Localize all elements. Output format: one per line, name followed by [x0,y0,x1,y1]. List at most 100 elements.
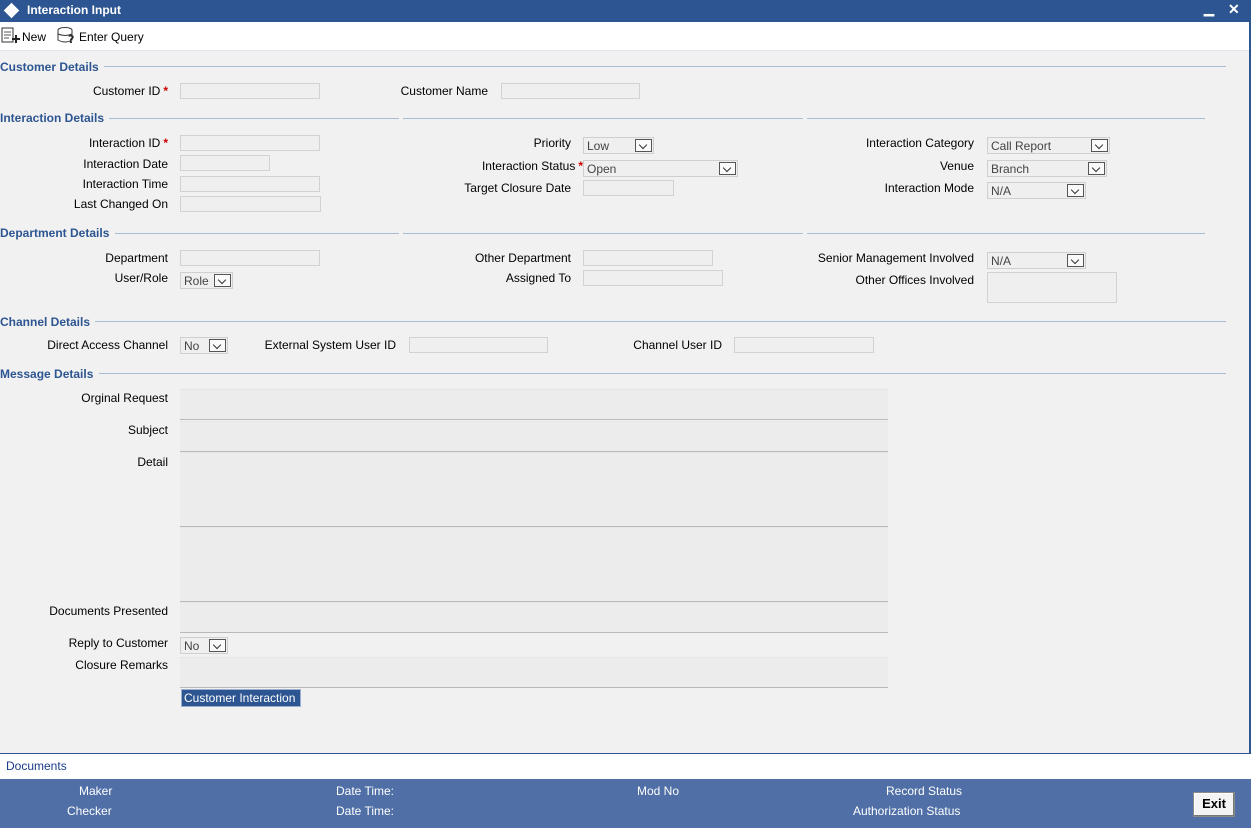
app-logo-icon [3,2,20,19]
section-divider [115,233,399,234]
last-changed-label: Last Changed On [73,197,168,211]
checker-date-time-label: Date Time: [336,804,395,818]
subject-label: Subject [127,423,168,437]
documents-presented-label: Documents Presented [49,604,168,618]
chevron-down-icon [1088,162,1105,175]
new-button[interactable]: New [0,26,50,46]
interaction-mode-select[interactable]: N/A [987,182,1086,199]
enter-query-label: Enter Query [79,30,144,44]
section-department-details: Department Details [0,226,110,240]
query-database-icon: ? [57,27,74,45]
last-changed-input[interactable] [180,196,321,212]
original-request-textarea[interactable] [180,389,888,420]
direct-access-label: Direct Access Channel [47,338,168,352]
section-customer-details: Customer Details [0,60,99,74]
interaction-id-input[interactable] [180,135,320,151]
minimize-button[interactable]: ▁ [1204,1,1214,17]
venue-label: Venue [939,159,974,173]
reply-to-customer-select[interactable]: No [180,637,228,654]
other-offices-label: Other Offices Involved [855,273,975,287]
detail-label: Detail [137,455,168,469]
department-input[interactable] [180,250,320,266]
external-user-id-label: External System User ID [264,338,396,352]
priority-select[interactable]: Low [583,137,654,154]
svg-text:?: ? [68,33,74,45]
mod-no-label: Mod No [637,784,680,798]
customer-name-input[interactable] [501,83,640,99]
authorization-status-label: Authorization Status [853,804,961,818]
chevron-down-icon [1067,254,1084,267]
record-status-label: Record Status [886,784,963,798]
maker-label: Maker [79,784,113,798]
senior-management-label: Senior Management Involved [817,251,974,265]
channel-user-id-input[interactable] [734,337,874,353]
original-request-label: Orginal Request [81,391,168,405]
interaction-date-label: Interaction Date [83,157,168,171]
closure-remarks-label: Closure Remarks [75,658,168,672]
interaction-status-label: Interaction Status * [481,159,583,173]
closure-remarks-textarea[interactable] [180,657,888,688]
interaction-status-select[interactable]: Open [583,160,738,177]
interaction-time-input[interactable] [180,176,320,192]
close-button[interactable]: ✕ [1228,1,1240,18]
interaction-time-label: Interaction Time [82,177,168,191]
section-divider [807,233,1205,234]
external-user-id-input[interactable] [409,337,548,353]
interaction-date-input[interactable] [180,155,270,171]
section-divider [109,118,399,119]
enter-query-button[interactable]: ? Enter Query [57,26,152,46]
section-divider [403,118,803,119]
documents-bar: Documents [0,753,1251,779]
assigned-to-label: Assigned To [505,271,571,285]
target-closure-input[interactable] [583,180,674,196]
detail-textarea-continued[interactable] [180,527,888,602]
chevron-down-icon [635,139,652,152]
department-label: Department [105,251,168,265]
documents-presented-textarea[interactable] [180,602,888,633]
customer-id-label: Customer ID * [92,84,168,98]
other-department-input[interactable] [583,250,713,266]
interaction-category-select[interactable]: Call Report [987,137,1110,154]
chevron-down-icon [1067,184,1084,197]
detail-textarea[interactable] [180,452,888,527]
assigned-to-input[interactable] [583,270,723,286]
other-department-label: Other Department [474,251,571,265]
venue-select[interactable]: Branch [987,160,1107,177]
section-divider [807,118,1205,119]
checker-label: Checker [67,804,112,818]
interaction-mode-label: Interaction Mode [884,181,974,195]
new-document-icon [1,27,20,43]
section-message-details: Message Details [0,367,94,381]
section-divider [403,233,803,234]
channel-user-id-label: Channel User ID [633,338,722,352]
chevron-down-icon [209,339,226,352]
section-divider [99,373,1226,374]
customer-id-input[interactable] [180,83,320,99]
exit-button[interactable]: Exit [1193,792,1235,817]
window-title: Interaction Input [27,3,121,17]
section-channel-details: Channel Details [0,315,91,329]
section-interaction-details: Interaction Details [0,111,105,125]
documents-link[interactable]: Documents [6,759,67,773]
chevron-down-icon [719,162,736,175]
senior-management-select[interactable]: N/A [987,252,1086,269]
chevron-down-icon [214,274,231,287]
user-role-select[interactable]: Role [180,272,233,289]
title-bar: Interaction Input ▁ ✕ [0,0,1251,22]
reply-to-customer-label: Reply to Customer [68,636,168,650]
subject-textarea[interactable] [180,421,888,452]
other-offices-input[interactable] [987,272,1117,303]
audit-status-bar: Maker Checker Date Time: Date Time: Mod … [0,779,1251,828]
toolbar: New ? Enter Query [0,22,1251,51]
section-divider [95,321,1226,322]
chevron-down-icon [209,639,226,652]
maker-date-time-label: Date Time: [336,784,395,798]
interaction-category-label: Interaction Category [865,136,974,150]
chevron-down-icon [1091,139,1108,152]
priority-label: Priority [533,136,571,150]
user-role-label: User/Role [114,271,168,285]
target-closure-label: Target Closure Date [464,181,571,195]
customer-name-label: Customer Name [400,84,488,98]
customer-interaction-button[interactable]: Customer Interaction [181,689,301,707]
direct-access-select[interactable]: No [180,337,228,354]
